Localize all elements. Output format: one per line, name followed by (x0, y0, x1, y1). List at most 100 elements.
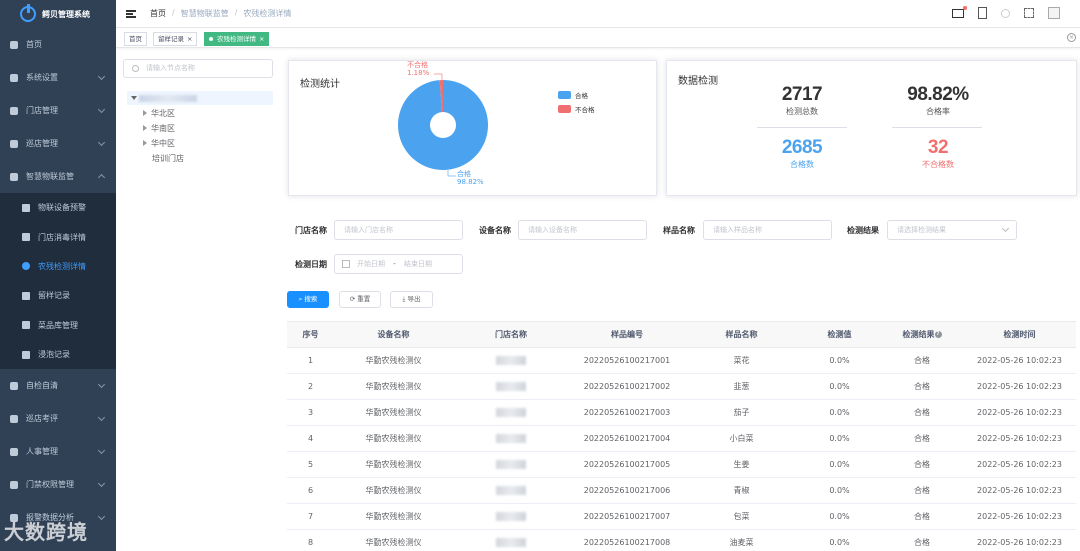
tag-sample-record[interactable]: 留样记录 × (153, 32, 198, 46)
list-icon (10, 414, 18, 423)
column-header-label: 检测结果 (902, 330, 935, 339)
table-cell (453, 451, 569, 478)
tag-home[interactable]: 首页 (124, 32, 147, 46)
submenu-item-3[interactable]: 留样记录 (0, 281, 116, 310)
sample-name-input[interactable]: 请输入样品名称 (703, 220, 832, 240)
sidebar-item-items_after-2[interactable]: 人事管理 (0, 435, 116, 468)
submenu-item-4[interactable]: 菜品库管理 (0, 311, 116, 340)
table-cell: 20220526100217003 (569, 399, 685, 426)
table-row[interactable]: 6 华勤农残检测仪 20220526100217006 青椒 0.0% 合格 2022-05… (287, 477, 1076, 504)
column-header-label: 检测值 (827, 330, 852, 339)
tree-node-central[interactable]: 华中区 (143, 137, 175, 151)
table-cell: 1 (287, 347, 334, 374)
sidebar-item-items-0[interactable]: 首页 (0, 28, 116, 61)
column-header: 门店名称 (453, 321, 569, 348)
sidebar-item-items-3[interactable]: 巡店管理 (0, 127, 116, 160)
sidebar-item-items-4[interactable]: 智慧物联监管 (0, 160, 116, 193)
table-cell (453, 425, 569, 452)
caret-down-icon[interactable] (131, 96, 137, 100)
search-button[interactable]: ⌕ 搜索 (287, 291, 329, 308)
sidebar-item-items-1[interactable]: 系统设置 (0, 61, 116, 94)
hamburger-icon[interactable] (126, 9, 136, 18)
tree-search-placeholder: 请输入节点名称 (146, 64, 195, 72)
table-row[interactable]: 3 华勤农残检测仪 20220526100217003 茄子 0.0% 合格 2022-05… (287, 399, 1076, 426)
fullscreen-icon[interactable] (1024, 8, 1034, 18)
table-cell: 茄子 (685, 399, 798, 426)
tag-pesticide-detail[interactable]: 农残检测详情 × (204, 32, 270, 46)
stat-fail: 32 不合格数 (878, 137, 998, 170)
people-icon (10, 447, 18, 456)
column-header: 设备名称 (334, 321, 453, 348)
check-icon (10, 381, 18, 390)
chevron-down-icon (97, 138, 106, 147)
submenu-item-0[interactable]: 物联设备预警 (0, 193, 116, 222)
table-row[interactable]: 4 华勤农残检测仪 20220526100217004 小白菜 0.0% 合格 2022-0… (287, 425, 1076, 452)
stat-pass-value: 2685 (781, 137, 823, 158)
caret-right-icon[interactable] (143, 125, 147, 131)
top-icons (952, 5, 1060, 19)
column-header: 序号 (287, 321, 334, 348)
lock-icon (10, 480, 18, 489)
table-row[interactable]: 1 华勤农残检测仪 20220526100217001 菜花 0.0% 合格 2022-05… (287, 347, 1076, 374)
submenu-item-1[interactable]: 门店消毒详情 (0, 222, 116, 251)
table-cell: 20220526100217008 (569, 529, 685, 551)
circle-icon (22, 262, 30, 271)
column-header: 检测结果? (881, 321, 963, 348)
legend-item-fail[interactable]: 不合格 (558, 102, 595, 116)
stat-total: 2717 检测总数 (742, 84, 862, 117)
table-row[interactable]: 5 华勤农残检测仪 20220526100217005 生姜 0.0% 合格 2022-05… (287, 451, 1076, 478)
sidebar-item-label: 首页 (26, 40, 42, 49)
close-icon[interactable]: × (187, 35, 192, 43)
device-name-input[interactable]: 请输入设备名称 (518, 220, 647, 240)
submenu-item-5[interactable]: 浸泡记录 (0, 340, 116, 369)
breadcrumb-home[interactable]: 首页 (150, 8, 166, 19)
help-icon[interactable]: ? (934, 331, 942, 338)
tree-node-north[interactable]: 华北区 (143, 107, 175, 121)
table-cell: 4 (287, 425, 334, 452)
sidebar-item-items_after-0[interactable]: 自检自清 (0, 369, 116, 402)
legend-swatch (558, 91, 571, 99)
tree-root-node[interactable] (127, 91, 273, 105)
tree-node-south[interactable]: 华南区 (143, 122, 175, 136)
table-cell: 合格 (881, 399, 963, 426)
submenu-item-label: 物联设备预警 (38, 203, 86, 213)
tree-search-input[interactable]: 请输入节点名称 (123, 59, 273, 78)
redacted-store-name (496, 512, 526, 521)
caret-right-icon[interactable] (143, 110, 147, 116)
date-range-picker[interactable]: 开始日期 - 结束日期 (334, 254, 463, 274)
reset-button[interactable]: ⟳ 重置 (339, 291, 381, 308)
mail-icon[interactable] (952, 5, 967, 18)
caret-right-icon[interactable] (143, 140, 147, 146)
result-select[interactable]: 请选择检测结果 (887, 220, 1017, 240)
table-cell: 合格 (881, 425, 963, 452)
search-icon[interactable] (1001, 8, 1010, 18)
close-all-icon[interactable]: × (1067, 33, 1076, 42)
sidebar-item-items_after-1[interactable]: 巡店考评 (0, 402, 116, 435)
column-header: 样品名称 (685, 321, 798, 348)
table-cell: 0.0% (798, 477, 881, 504)
document-icon[interactable] (978, 7, 987, 19)
avatar[interactable] (1048, 7, 1060, 19)
table-cell: 20220526100217004 (569, 425, 685, 452)
table-row[interactable]: 8 华勤农残检测仪 20220526100217008 油麦菜 0.0% 合格 2022-0… (287, 529, 1076, 551)
sidebar-item-items_after-3[interactable]: 门禁权限管理 (0, 468, 116, 501)
table-row[interactable]: 2 华勤农残检测仪 20220526100217002 韭葱 0.0% 合格 2022-05… (287, 373, 1076, 400)
submenu-item-2[interactable]: 农残检测详情 (0, 252, 116, 281)
tree-node-label: 培训门店 (152, 154, 184, 163)
stats-card-title: 检测统计 (300, 79, 340, 90)
tree-node-training[interactable]: 培训门店 (152, 152, 184, 166)
table-cell: 生姜 (685, 451, 798, 478)
stat-pass: 2685 合格数 (742, 137, 862, 170)
table-cell: 0.0% (798, 373, 881, 400)
column-header: 检测时间 (963, 321, 1076, 348)
close-icon[interactable]: × (259, 35, 264, 43)
export-button[interactable]: ⤓ 导出 (390, 291, 433, 308)
stat-rate: 98.82% 合格率 (878, 84, 998, 117)
pie-legend: 合格 不合格 (558, 88, 595, 116)
table-row[interactable]: 7 华勤农残检测仪 20220526100217007 包菜 0.0% 合格 2022-05… (287, 503, 1076, 530)
store-name-input[interactable]: 请输入门店名称 (334, 220, 463, 240)
topbar: 首页 / 智慧物联监管 / 农残检测详情 (116, 0, 1080, 28)
sidebar-item-items-2[interactable]: 门店管理 (0, 94, 116, 127)
legend-item-pass[interactable]: 合格 (558, 88, 595, 102)
table-cell: 华勤农残检测仪 (334, 373, 453, 400)
